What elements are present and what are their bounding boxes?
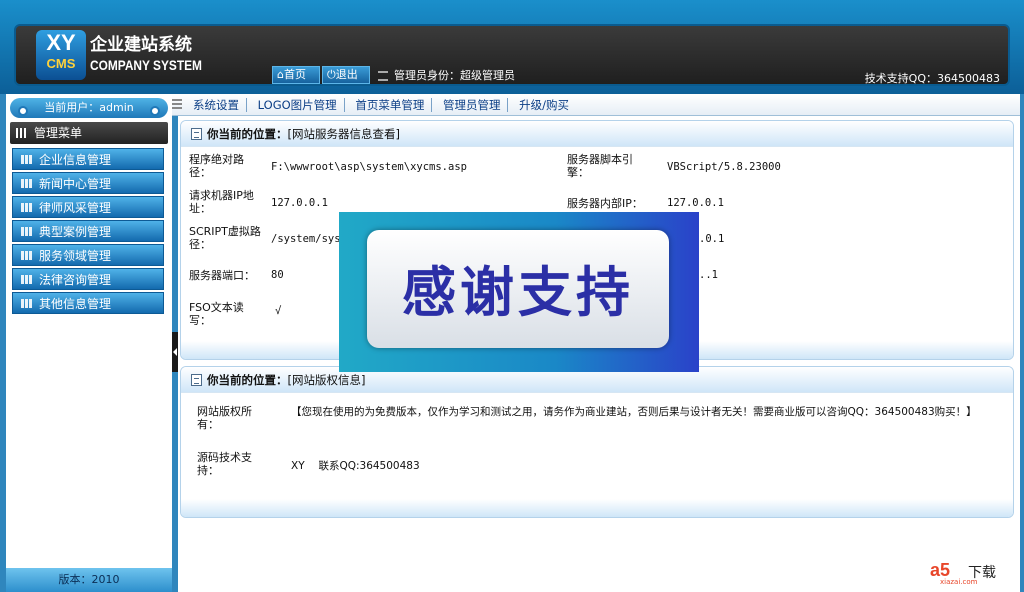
grid-icon bbox=[16, 128, 28, 138]
copyright-panel: 你当前的位置：[网站版权信息] 网站版权所有： 【您现在使用的为免费版本，仅作为… bbox=[180, 366, 1014, 518]
menu-bars-icon bbox=[378, 71, 388, 81]
sidebar-item-label: 服务领域管理 bbox=[39, 249, 112, 263]
nav-upgrade-purchase[interactable]: 升级/购买 bbox=[512, 98, 576, 112]
sidebar-item-company-info[interactable]: 企业信息管理 bbox=[12, 148, 164, 170]
sidebar-item-lawyers[interactable]: 律师风采管理 bbox=[12, 196, 164, 218]
info-label: 服务器脚本引擎： bbox=[567, 153, 633, 179]
panel-footer bbox=[181, 499, 1013, 517]
sidebar-item-label: 典型案例管理 bbox=[39, 225, 112, 239]
sidebar-item-label: 其他信息管理 bbox=[39, 297, 112, 311]
info-label: 服务器内部IP： bbox=[567, 197, 643, 210]
info-label: 服务器端口： bbox=[189, 269, 255, 282]
watermark-url: xiazai.com bbox=[940, 578, 978, 586]
nav-home-menu[interactable]: 首页菜单管理 bbox=[348, 98, 433, 112]
sidebar-item-label: 企业信息管理 bbox=[39, 153, 112, 167]
sidebar-item-label: 法律咨询管理 bbox=[39, 273, 112, 287]
tech-support: 技术支持QQ：364500483 bbox=[864, 72, 1000, 85]
sidebar-item-label: 律师风采管理 bbox=[39, 201, 112, 215]
location-value: [网站服务器信息查看] bbox=[287, 127, 400, 141]
top-nav: 系统设置 LOGO图片管理 首页菜单管理 管理员管理 升级/购买 bbox=[172, 94, 1020, 116]
logo-xy: XY bbox=[46, 30, 76, 55]
watermark-logo: a5 下载 xiazai.com bbox=[930, 558, 1016, 588]
list-icon bbox=[21, 155, 33, 164]
nav-admin-management[interactable]: 管理员管理 bbox=[436, 98, 509, 112]
header: XY CMS 企业建站系统 COMPANY SYSTEM ⌂首页 ⏻退出 管理员… bbox=[0, 0, 1024, 94]
exit-label: 退出 bbox=[335, 68, 358, 81]
admin-identity-text: 管理员身份：超级管理员 bbox=[394, 69, 515, 82]
power-icon: ⏻ bbox=[327, 68, 336, 81]
menu-header-label: 管理菜单 bbox=[34, 126, 83, 140]
top-nav-list: 系统设置 LOGO图片管理 首页菜单管理 管理员管理 升级/购买 bbox=[186, 94, 576, 116]
info-value: VBScript/5.8.23000 bbox=[667, 161, 781, 173]
list-icon bbox=[21, 299, 33, 308]
location-value: [网站版权信息] bbox=[287, 373, 366, 387]
sidebar-item-news[interactable]: 新闻中心管理 bbox=[12, 172, 164, 194]
list-icon bbox=[21, 227, 33, 236]
copyright-label: 网站版权所有： bbox=[197, 405, 252, 431]
document-icon bbox=[191, 128, 202, 140]
info-value: 127.0.0.1 bbox=[667, 197, 724, 209]
sidebar-menu: 企业信息管理 新闻中心管理 律师风采管理 典型案例管理 服务领域管理 法律咨询管… bbox=[12, 148, 164, 316]
sidebar-item-label: 新闻中心管理 bbox=[39, 177, 112, 191]
info-label: SCRIPT虚拟路径： bbox=[189, 225, 261, 251]
thanks-card: 感谢支持 bbox=[367, 230, 669, 348]
sidebar-item-cases[interactable]: 典型案例管理 bbox=[12, 220, 164, 242]
panel-header: 你当前的位置：[网站服务器信息查看] bbox=[181, 121, 1013, 147]
info-label: FSO文本读写： bbox=[189, 301, 244, 327]
exit-button[interactable]: ⏻退出 bbox=[322, 66, 370, 84]
sidebar-item-consulting[interactable]: 法律咨询管理 bbox=[12, 268, 164, 290]
admin-identity: 管理员身份：超级管理员 bbox=[378, 67, 515, 83]
location-label: 你当前的位置： bbox=[207, 373, 288, 387]
sidebar-item-other[interactable]: 其他信息管理 bbox=[12, 292, 164, 314]
home-button[interactable]: ⌂首页 bbox=[272, 66, 320, 84]
location-label: 你当前的位置： bbox=[207, 127, 288, 141]
info-value: 80 bbox=[271, 269, 284, 281]
check-icon: √ bbox=[275, 305, 282, 317]
nav-system-settings[interactable]: 系统设置 bbox=[186, 98, 247, 112]
system-name-cn: 企业建站系统 bbox=[90, 35, 192, 55]
list-icon bbox=[21, 275, 33, 284]
sidebar: 当前用户：admin 管理菜单 企业信息管理 新闻中心管理 律师风采管理 典型案… bbox=[6, 94, 172, 592]
info-value: F:\wwwroot\asp\system\xycms.asp bbox=[271, 161, 467, 173]
menu-header[interactable]: 管理菜单 bbox=[10, 122, 168, 144]
nav-logo-image[interactable]: LOGO图片管理 bbox=[251, 98, 345, 112]
tech-support-label: 源码技术支持： bbox=[197, 451, 252, 477]
current-user: 当前用户：admin bbox=[10, 98, 168, 118]
copyright-value: 【您现在使用的为免费版本，仅作为学习和测试之用，请务作为商业建站，否则后果与设计… bbox=[291, 406, 977, 418]
info-label: 程序绝对路径： bbox=[189, 153, 244, 179]
current-user-text: 当前用户：admin bbox=[44, 101, 134, 114]
thanks-overlay: 感谢支持 bbox=[339, 212, 699, 372]
version-label: 版本：2010 bbox=[6, 568, 172, 592]
info-value: .0.1 bbox=[699, 233, 725, 245]
info-value: /system/sys bbox=[271, 233, 341, 245]
menu-bars-icon bbox=[172, 99, 182, 111]
thanks-text: 感谢支持 bbox=[402, 260, 634, 324]
document-icon bbox=[191, 374, 202, 386]
tech-support-value: XY 联系QQ:364500483 bbox=[291, 460, 420, 472]
logo: XY CMS bbox=[36, 30, 86, 80]
header-bar: XY CMS 企业建站系统 COMPANY SYSTEM ⌂首页 ⏻退出 管理员… bbox=[14, 24, 1010, 86]
logo-cms: CMS bbox=[46, 56, 76, 71]
list-icon bbox=[21, 251, 33, 260]
home-icon: ⌂ bbox=[277, 68, 284, 81]
info-label: 请求机器IP地址： bbox=[189, 189, 254, 215]
home-label: 首页 bbox=[283, 68, 306, 81]
list-icon bbox=[21, 203, 33, 212]
info-value: ..1 bbox=[699, 269, 718, 281]
info-value: 127.0.0.1 bbox=[271, 197, 328, 209]
system-name-en: COMPANY SYSTEM bbox=[90, 57, 202, 73]
sidebar-item-services[interactable]: 服务领域管理 bbox=[12, 244, 164, 266]
pin-icon bbox=[150, 106, 160, 116]
pin-icon bbox=[18, 106, 28, 116]
list-icon bbox=[21, 179, 33, 188]
